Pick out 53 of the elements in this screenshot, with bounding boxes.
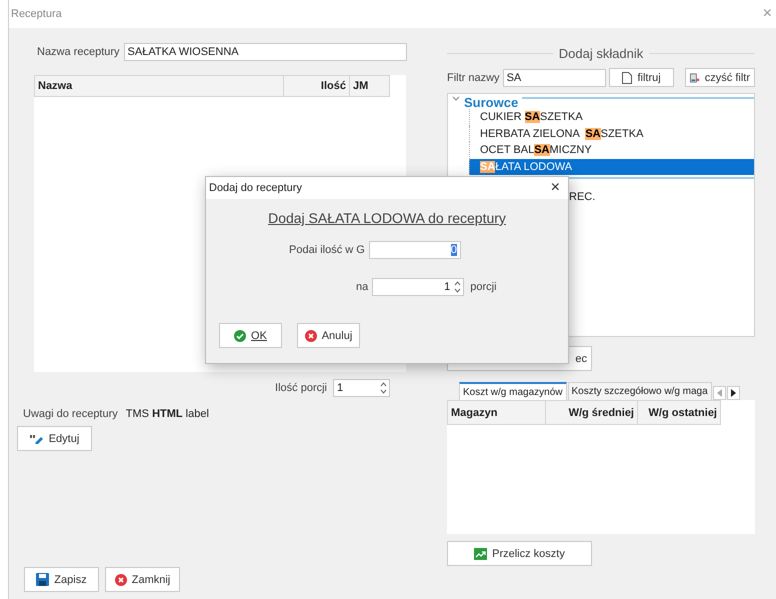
right-arrow-icon bbox=[730, 389, 736, 397]
tab[interactable]: Koszty szczegółowo w/g maga bbox=[568, 382, 712, 400]
recipe-name-label: Nazwa receptury bbox=[37, 46, 120, 58]
cancel-icon bbox=[114, 574, 127, 586]
window-title: Receptura bbox=[11, 8, 62, 20]
filter-button[interactable]: filtruj bbox=[608, 68, 674, 87]
filter-field[interactable]: SA bbox=[502, 68, 606, 86]
spinner-arrows-icon[interactable] bbox=[380, 382, 387, 394]
dialog-heading: Dodaj SAŁATA LODOWA do receptury bbox=[268, 210, 506, 226]
unit-label: porcji bbox=[470, 281, 497, 293]
column-header[interactable]: Magazyn bbox=[447, 400, 546, 425]
quantity-label: Podai ilość w G bbox=[289, 244, 365, 256]
column-header[interactable]: W/g średniej bbox=[546, 400, 638, 425]
column-header[interactable]: JM bbox=[350, 75, 390, 97]
edit-button[interactable]: Edytuj bbox=[17, 426, 92, 451]
scroll-right-button[interactable] bbox=[726, 386, 740, 400]
recipe-name-field[interactable]: SAŁATKA WIOSENNA bbox=[124, 43, 407, 61]
save-icon bbox=[36, 573, 50, 586]
tree-item[interactable]: HERBATA ZIELONA SASZETKA bbox=[469, 126, 754, 142]
notes-text: TMS HTML label bbox=[126, 408, 209, 420]
quantity-field[interactable]: 0 bbox=[368, 241, 461, 259]
cancel-button[interactable]: Anuluj bbox=[297, 323, 360, 348]
column-header[interactable]: W/g ostatniej bbox=[638, 400, 721, 425]
dialog-close-button[interactable]: × bbox=[550, 180, 560, 196]
portions-spinner[interactable]: 1 bbox=[372, 278, 464, 296]
filter-label: Filtr nazwy bbox=[447, 72, 500, 84]
tab[interactable]: Koszt w/g magazynów bbox=[459, 382, 566, 400]
tree-group[interactable]: Surowce bbox=[464, 95, 518, 110]
ok-button[interactable]: OK bbox=[219, 323, 282, 348]
left-arrow-icon bbox=[716, 389, 722, 397]
tree-item[interactable]: CUKIER SASZETKA bbox=[469, 109, 754, 126]
per-label: na bbox=[356, 281, 368, 293]
clear-filter-icon bbox=[690, 72, 700, 84]
recalculate-button[interactable]: Przelicz koszty bbox=[447, 541, 592, 566]
check-icon bbox=[234, 330, 246, 342]
notes-label: Uwagi do receptury bbox=[23, 408, 118, 420]
column-header[interactable]: Nazwa bbox=[34, 75, 284, 97]
section-title: Dodaj składnik bbox=[558, 46, 644, 60]
dialog-title: Dodaj do receptury bbox=[209, 182, 302, 194]
edit-icon bbox=[30, 434, 44, 444]
spinner-arrows-icon[interactable] bbox=[454, 281, 462, 293]
clear-filter-button[interactable]: czyść filtr bbox=[685, 68, 755, 87]
tree-item[interactable]: REC. bbox=[569, 189, 754, 206]
tree-item[interactable]: SAŁATA LODOWA bbox=[469, 158, 754, 175]
close-window-button[interactable]: Zamknij bbox=[105, 567, 180, 592]
cancel-icon bbox=[304, 330, 317, 342]
portions-label: Ilość porcji bbox=[275, 382, 327, 394]
chevron-icon[interactable] bbox=[452, 96, 460, 102]
chart-icon bbox=[474, 548, 488, 560]
portions-spinner[interactable]: 1 bbox=[333, 379, 390, 397]
save-button[interactable]: Zapisz bbox=[24, 567, 99, 592]
column-header[interactable]: Ilość bbox=[284, 75, 350, 97]
document-icon bbox=[622, 72, 632, 84]
